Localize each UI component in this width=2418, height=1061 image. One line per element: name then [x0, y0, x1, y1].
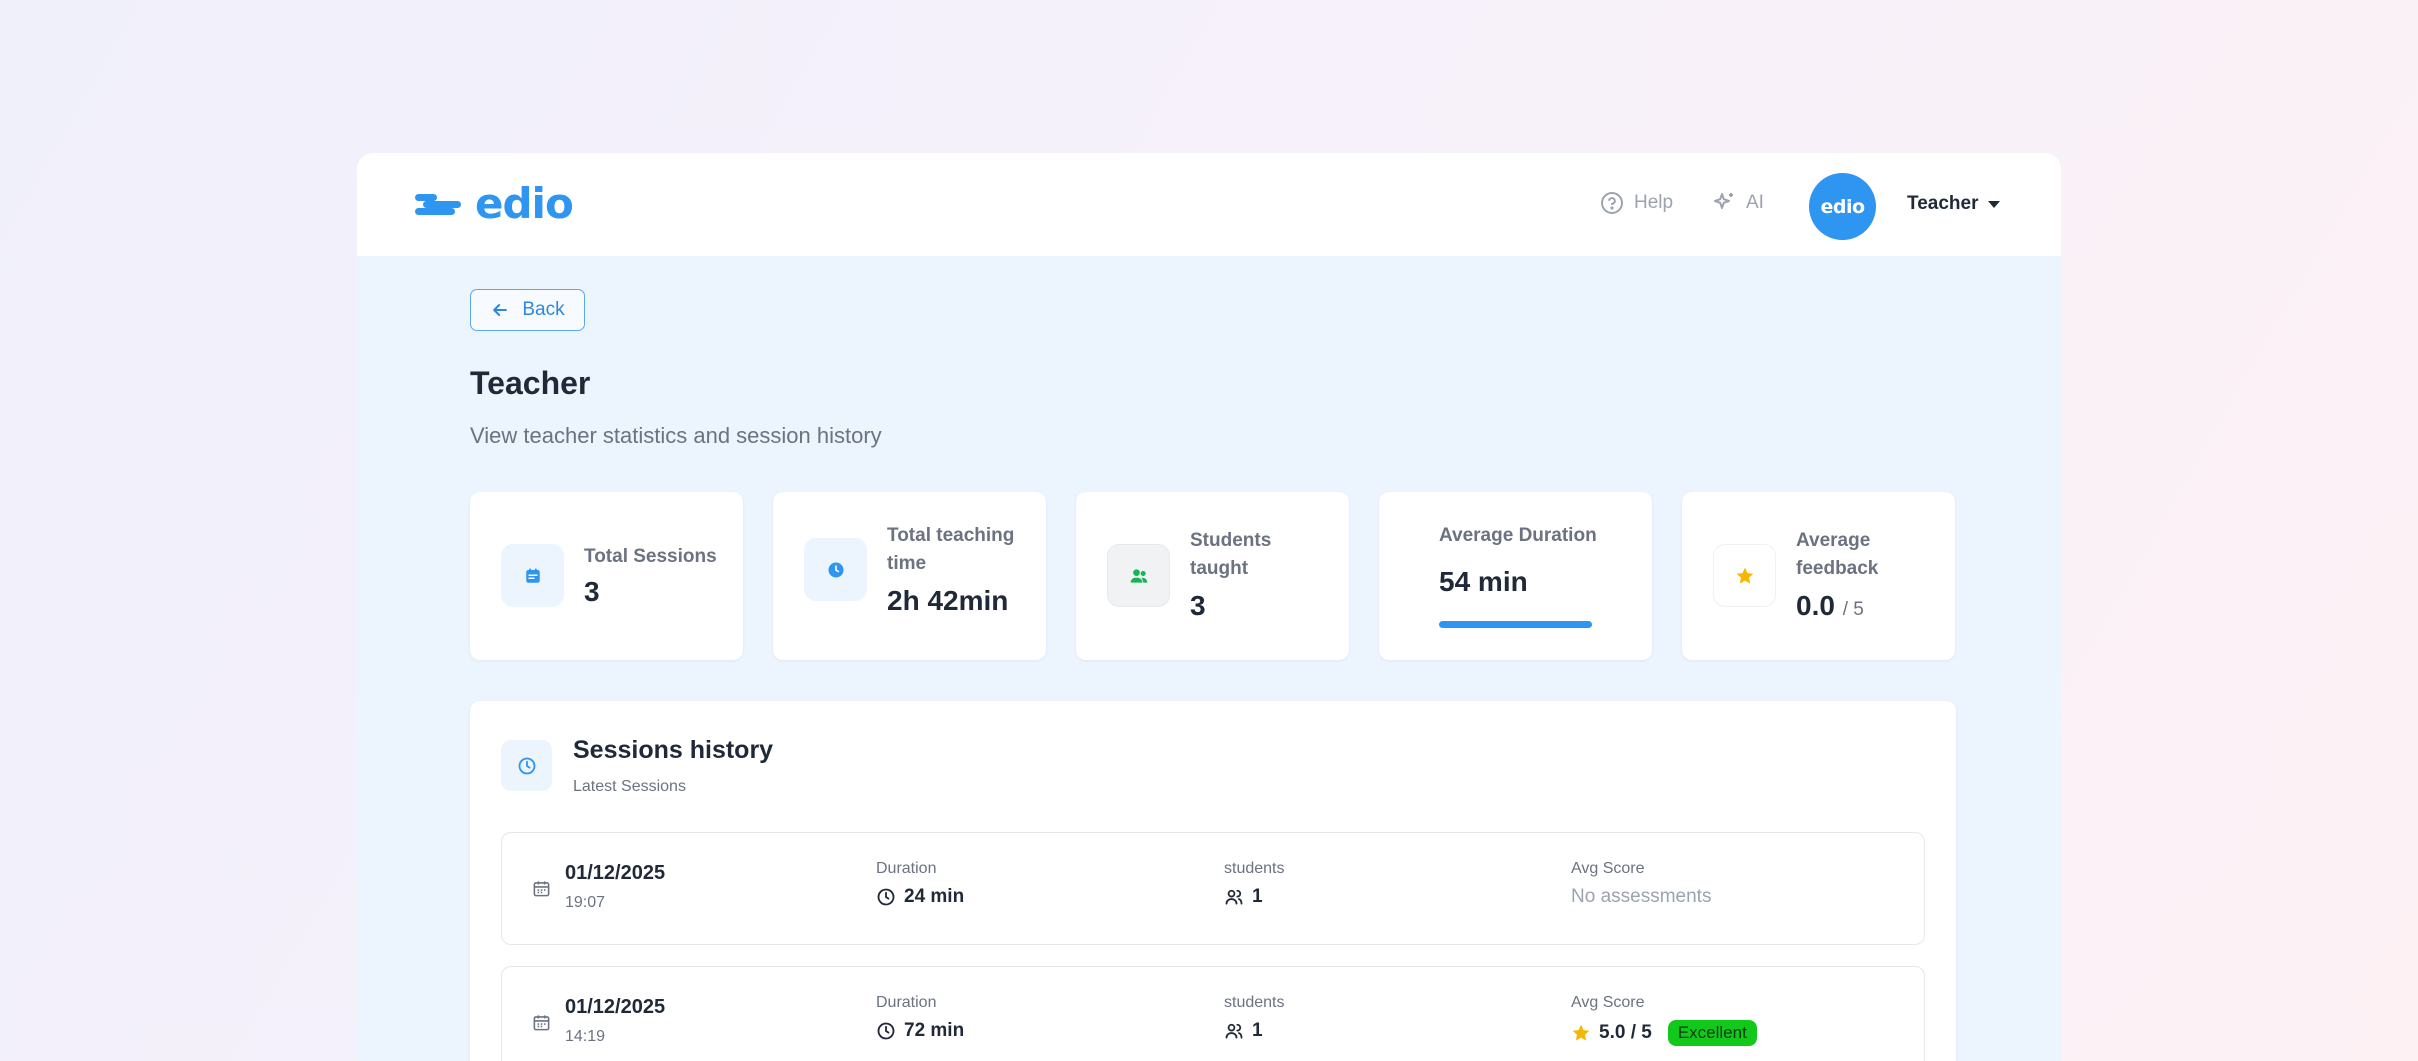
- session-students-cell: students 1: [1224, 994, 1284, 1042]
- history-clock-icon: [501, 740, 552, 791]
- arrow-left-icon: [493, 304, 508, 316]
- stat-card-teaching-time: Total teaching time 2h 42min: [773, 492, 1046, 660]
- page-title: Teacher: [470, 365, 591, 401]
- session-date-cell: 01/12/2025 14:19: [565, 996, 665, 1046]
- session-score: No assessments: [1571, 886, 1712, 907]
- stat-label: Average Duration: [1439, 525, 1597, 546]
- star-filled-icon: [1572, 1024, 1590, 1041]
- page-subtitle: View teacher statistics and session hist…: [470, 423, 882, 448]
- help-label: Help: [1634, 192, 1674, 213]
- edio-logo[interactable]: edio: [415, 179, 574, 228]
- duration-label: Duration: [876, 860, 937, 877]
- stat-label-line-2: feedback: [1796, 558, 1879, 579]
- session-date-cell: 01/12/2025 19:07: [565, 862, 665, 912]
- users-outline-icon: [1225, 889, 1243, 905]
- stat-card-students-taught: Students taught 3: [1076, 492, 1349, 660]
- session-students: 1: [1252, 1020, 1263, 1041]
- back-button[interactable]: Back: [470, 289, 585, 331]
- history-title: Sessions history: [573, 736, 774, 764]
- session-duration-cell: Duration 72 min: [876, 994, 964, 1042]
- stat-label: Total Sessions: [584, 546, 717, 567]
- score-label: Avg Score: [1571, 994, 1645, 1011]
- avatar[interactable]: edio: [1809, 173, 1876, 240]
- session-students: 1: [1252, 886, 1263, 907]
- session-score-cell: Avg Score No assessments: [1571, 860, 1711, 908]
- caret-down-icon: [1988, 200, 2001, 208]
- calendar-outline-icon: [533, 1015, 550, 1031]
- stat-label-line-2: time: [887, 553, 927, 574]
- duration-label: Duration: [876, 994, 937, 1011]
- stat-value: 3: [584, 576, 600, 607]
- users-outline-icon: [1225, 1023, 1243, 1039]
- students-label: students: [1224, 994, 1285, 1011]
- session-score: 5.0 / 5: [1599, 1022, 1652, 1043]
- session-date: 01/12/2025: [565, 862, 666, 884]
- session-students-cell: students 1: [1224, 860, 1284, 908]
- stat-label-line-1: Average: [1796, 530, 1871, 551]
- sparkles-icon: [1714, 193, 1733, 209]
- stat-value: 54 min: [1439, 566, 1528, 597]
- stat-card-average-feedback: Average feedback 0.0 / 5: [1682, 492, 1955, 660]
- session-row[interactable]: 01/12/2025 14:19 Duration 72 min student…: [501, 966, 1925, 1061]
- duration-progress-fill: [1439, 621, 1592, 628]
- stat-card-total-sessions: Total Sessions 3: [470, 492, 743, 660]
- back-label: Back: [522, 299, 565, 320]
- clock-outline-icon: [877, 1022, 895, 1040]
- session-duration-cell: Duration 24 min: [876, 860, 964, 908]
- excellent-badge: Excellent: [1667, 1020, 1757, 1046]
- logo-wordmark: edio: [475, 179, 574, 228]
- help-circle-icon: [1601, 192, 1623, 214]
- students-label: students: [1224, 860, 1285, 877]
- top-navigation-bar: edio Help AI edio Teacher: [357, 153, 2061, 256]
- stat-label-line-2: taught: [1190, 558, 1249, 579]
- feedback-value: 0.0: [1796, 590, 1835, 621]
- clock-outline-icon: [877, 888, 895, 906]
- session-score-cell: Avg Score 5.0 / 5 Excellent: [1571, 994, 1757, 1046]
- stat-value: 0.0 / 5: [1796, 590, 1864, 622]
- stat-label-line-1: Total teaching: [887, 525, 1015, 546]
- stat-label-line-1: Students: [1190, 530, 1272, 551]
- sessions-history-panel: Sessions history Latest Sessions 01/12/2…: [470, 701, 1956, 1061]
- session-duration: 72 min: [904, 1020, 965, 1041]
- session-date: 01/12/2025: [565, 996, 666, 1018]
- session-duration: 24 min: [904, 886, 965, 907]
- score-label: Avg Score: [1571, 860, 1645, 877]
- calendar-outline-icon: [533, 881, 550, 897]
- users-icon: [1107, 544, 1170, 607]
- clock-icon: [804, 538, 867, 601]
- history-subtitle: Latest Sessions: [573, 778, 686, 795]
- stat-value: 2h 42min: [887, 585, 1009, 616]
- feedback-suffix: / 5: [1842, 599, 1864, 620]
- help-link[interactable]: Help: [1600, 191, 1673, 215]
- calendar-icon: [501, 544, 564, 607]
- app-window: edio Help AI edio Teacher Back Teacher V…: [357, 153, 2061, 1061]
- session-time: 14:19: [565, 1028, 606, 1045]
- session-row[interactable]: 01/12/2025 19:07 Duration 24 min student…: [501, 832, 1925, 945]
- user-menu-dropdown[interactable]: Teacher: [1907, 193, 2001, 215]
- ai-label: AI: [1746, 192, 1764, 213]
- stat-value: 3: [1190, 590, 1206, 621]
- session-time: 19:07: [565, 894, 606, 911]
- ai-link[interactable]: AI: [1712, 191, 1764, 215]
- logo-mark-icon: [415, 192, 461, 216]
- user-menu-label: Teacher: [1907, 193, 1979, 214]
- stat-card-average-duration: Average Duration 54 min: [1379, 492, 1652, 660]
- duration-progress-track: [1439, 621, 1592, 628]
- star-icon: [1713, 544, 1776, 607]
